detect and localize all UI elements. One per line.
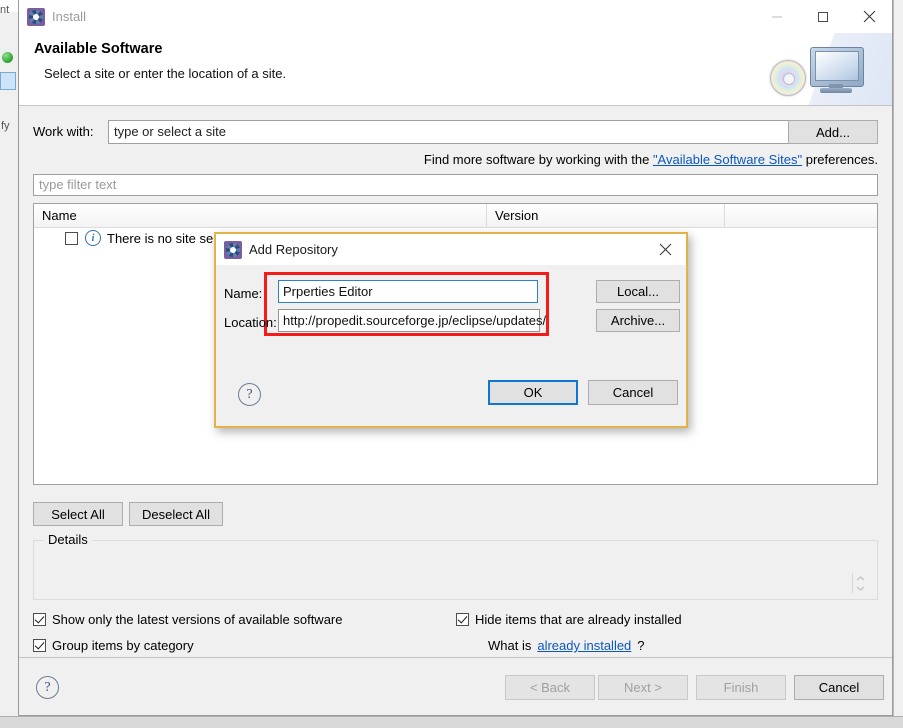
dialog-titlebar: Add Repository bbox=[216, 234, 686, 265]
find-more-suffix: preferences. bbox=[802, 152, 878, 167]
option-group-by-category-label: Group items by category bbox=[52, 638, 194, 653]
page-title: Available Software bbox=[34, 41, 163, 57]
background-selected-item bbox=[0, 72, 16, 90]
background-text-fragment-top: nt bbox=[0, 4, 10, 16]
details-group: Details bbox=[33, 532, 878, 600]
background-green-icon bbox=[2, 52, 13, 63]
already-installed-link[interactable]: already installed bbox=[537, 638, 631, 653]
local-button[interactable]: Local... bbox=[596, 280, 680, 303]
option-group-by-category[interactable]: Group items by category bbox=[33, 638, 194, 653]
add-repository-dialog: Add Repository Name: Prperties Editor Lo… bbox=[214, 232, 688, 428]
select-all-button[interactable]: Select All bbox=[33, 502, 123, 526]
background-window-bottom-edge bbox=[0, 716, 903, 728]
work-with-row: Work with: type or select a site Add... bbox=[33, 120, 878, 144]
location-label: Location: bbox=[224, 315, 277, 330]
close-icon[interactable] bbox=[846, 0, 892, 33]
background-window-left-edge: nt fy bbox=[0, 0, 18, 728]
dialog-cancel-button[interactable]: Cancel bbox=[588, 380, 678, 405]
find-more-software-text: Find more software by working with the "… bbox=[424, 152, 878, 167]
next-button[interactable]: Next > bbox=[598, 675, 688, 700]
work-with-label: Work with: bbox=[33, 124, 94, 139]
ok-button[interactable]: OK bbox=[488, 380, 578, 405]
what-is-already-installed: What is already installed? bbox=[488, 638, 645, 653]
column-header-name[interactable]: Name bbox=[34, 204, 486, 227]
maximize-icon[interactable] bbox=[800, 0, 846, 33]
background-window-right-edge bbox=[893, 0, 903, 728]
what-is-prefix: What is bbox=[488, 638, 532, 653]
option-hide-installed[interactable]: Hide items that are already installed bbox=[456, 612, 682, 627]
option-show-latest-versions-label: Show only the latest versions of availab… bbox=[52, 612, 343, 627]
background-text-fragment-mid: fy bbox=[1, 120, 10, 132]
eclipse-gear-icon bbox=[27, 7, 45, 26]
eclipse-gear-icon bbox=[224, 240, 242, 259]
option-hide-installed-checkbox[interactable] bbox=[456, 613, 469, 626]
wizard-footer: ? < Back Next > Finish Cancel bbox=[19, 657, 892, 715]
dialog-title: Add Repository bbox=[249, 242, 338, 257]
help-icon[interactable]: ? bbox=[36, 676, 59, 699]
info-icon: i bbox=[85, 230, 101, 246]
deselect-all-button[interactable]: Deselect All bbox=[129, 502, 223, 526]
what-is-suffix: ? bbox=[637, 638, 645, 653]
wizard-banner: Available Software Select a site or ente… bbox=[19, 33, 892, 106]
filter-placeholder: type filter text bbox=[39, 177, 117, 192]
name-input[interactable]: Prperties Editor bbox=[278, 280, 538, 303]
cancel-button[interactable]: Cancel bbox=[794, 675, 884, 700]
dialog-help-icon[interactable]: ? bbox=[238, 383, 261, 406]
window-titlebar: Install bbox=[19, 0, 892, 33]
option-group-by-category-checkbox[interactable] bbox=[33, 639, 46, 652]
option-show-latest-versions[interactable]: Show only the latest versions of availab… bbox=[33, 612, 343, 627]
work-with-combo[interactable]: type or select a site bbox=[108, 120, 808, 144]
option-show-latest-versions-checkbox[interactable] bbox=[33, 613, 46, 626]
back-button[interactable]: < Back bbox=[505, 675, 595, 700]
name-label: Name: bbox=[224, 286, 263, 301]
add-button[interactable]: Add... bbox=[788, 120, 878, 144]
location-input[interactable]: http://propedit.sourceforge.jp/eclipse/u… bbox=[278, 309, 546, 332]
work-with-value: type or select a site bbox=[114, 124, 226, 139]
minimize-icon[interactable] bbox=[754, 0, 800, 33]
window-controls bbox=[754, 0, 892, 33]
column-header-extra[interactable] bbox=[724, 204, 877, 227]
finish-button[interactable]: Finish bbox=[696, 675, 786, 700]
column-header-version[interactable]: Version bbox=[486, 204, 724, 227]
details-label: Details bbox=[44, 532, 92, 547]
option-hide-installed-label: Hide items that are already installed bbox=[475, 612, 682, 627]
archive-button[interactable]: Archive... bbox=[596, 309, 680, 332]
find-more-prefix: Find more software by working with the bbox=[423, 152, 653, 167]
monitor-with-cd-icon bbox=[762, 33, 892, 105]
window-title: Install bbox=[52, 9, 86, 24]
filter-input[interactable]: type filter text bbox=[33, 174, 878, 196]
table-header: Name Version bbox=[34, 204, 877, 228]
available-software-sites-link[interactable]: "Available Software Sites" bbox=[653, 152, 802, 167]
page-subtitle: Select a site or enter the location of a… bbox=[44, 66, 287, 81]
row-checkbox[interactable] bbox=[65, 231, 78, 245]
close-icon[interactable] bbox=[644, 234, 686, 265]
stepper-icon[interactable] bbox=[852, 573, 867, 593]
